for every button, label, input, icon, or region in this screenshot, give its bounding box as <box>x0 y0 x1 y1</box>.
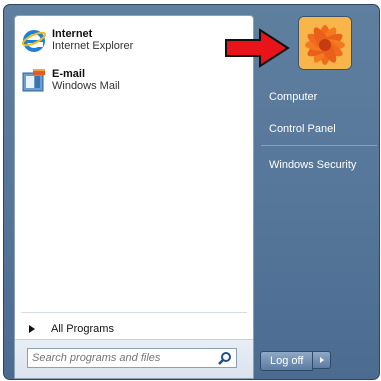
programs-pane: Internet Internet Explorer E-mail Window… <box>14 15 254 379</box>
expand-arrow-icon <box>29 325 35 333</box>
windows-mail-icon <box>21 67 47 93</box>
pinned-email-item[interactable]: E-mail Windows Mail <box>21 66 247 94</box>
pinned-internet-item[interactable]: Internet Internet Explorer <box>21 26 247 54</box>
computer-link[interactable]: Computer <box>269 91 317 103</box>
flower-icon <box>299 17 351 69</box>
user-picture[interactable] <box>299 17 351 69</box>
search-input[interactable] <box>32 352 212 364</box>
right-divider <box>261 145 377 146</box>
internet-explorer-icon <box>21 27 47 53</box>
programs-divider <box>21 312 247 313</box>
shutdown-options-button[interactable] <box>313 351 332 369</box>
control-panel-link[interactable]: Control Panel <box>269 123 336 135</box>
log-off-button[interactable]: Log off <box>260 351 314 371</box>
red-arrow-icon <box>225 28 290 68</box>
search-box[interactable] <box>27 348 237 368</box>
chevron-right-icon <box>319 357 324 363</box>
pinned-internet-subtitle: Internet Explorer <box>52 40 134 52</box>
pinned-email-title: E-mail <box>52 68 86 80</box>
pinned-email-subtitle: Windows Mail <box>52 80 120 92</box>
search-icon[interactable] <box>218 351 232 365</box>
search-area <box>15 339 253 378</box>
start-menu: Internet Internet Explorer E-mail Window… <box>3 4 380 380</box>
pinned-internet-title: Internet <box>52 28 93 40</box>
windows-security-link[interactable]: Windows Security <box>269 159 356 171</box>
all-programs-button[interactable]: All Programs <box>23 318 247 340</box>
log-off-group: Log off <box>260 351 332 371</box>
all-programs-label: All Programs <box>51 323 114 335</box>
